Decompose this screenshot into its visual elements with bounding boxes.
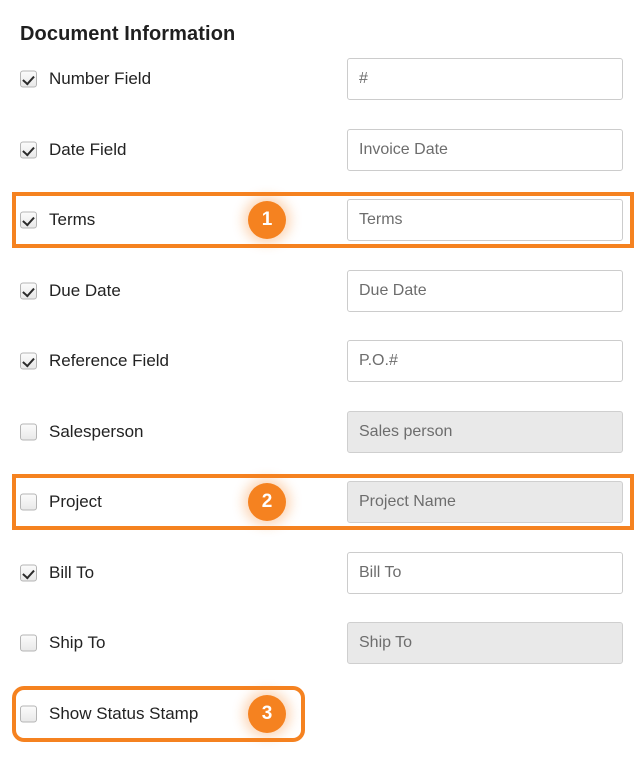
empty-checkbox-icon xyxy=(20,424,37,441)
field-row-label: Terms xyxy=(49,210,95,230)
checkbox-number-field[interactable] xyxy=(20,71,37,88)
field-input-date-field[interactable]: Invoice Date xyxy=(347,129,623,171)
checkmark-icon xyxy=(20,565,37,582)
field-row-label: Number Field xyxy=(49,69,151,89)
empty-checkbox-icon xyxy=(20,635,37,652)
field-row: Bill To Bill To xyxy=(0,545,644,601)
field-row-label: Salesperson xyxy=(49,422,144,442)
checkbox-reference-field[interactable] xyxy=(20,353,37,370)
field-row-label: Date Field xyxy=(49,140,126,160)
field-row-label: Show Status Stamp xyxy=(49,704,198,724)
checkbox-due-date[interactable] xyxy=(20,283,37,300)
empty-checkbox-icon xyxy=(20,494,37,511)
checkbox-show-status-stamp[interactable] xyxy=(20,706,37,723)
checkbox-ship-to[interactable] xyxy=(20,635,37,652)
page-title: Document Information xyxy=(20,23,235,46)
document-information-panel: Document Information Number Field # Date F… xyxy=(0,0,644,772)
field-input-project: Project Name xyxy=(347,481,623,523)
checkmark-icon xyxy=(20,212,37,229)
checkmark-icon xyxy=(20,71,37,88)
field-input-salesperson: Sales person xyxy=(347,411,623,453)
field-row: Ship To Ship To xyxy=(0,615,644,671)
checkmark-icon xyxy=(20,353,37,370)
field-row: Terms Terms xyxy=(0,192,644,248)
field-input-reference-field[interactable]: P.O.# xyxy=(347,340,623,382)
checkbox-terms[interactable] xyxy=(20,212,37,229)
checkbox-salesperson[interactable] xyxy=(20,424,37,441)
checkbox-date-field[interactable] xyxy=(20,142,37,159)
field-input-ship-to: Ship To xyxy=(347,622,623,664)
field-row: Show Status Stamp xyxy=(0,686,644,742)
annotation-badge: 1 xyxy=(248,201,286,239)
field-row: Number Field # xyxy=(0,51,644,107)
empty-checkbox-icon xyxy=(20,706,37,723)
checkbox-project[interactable] xyxy=(20,494,37,511)
checkmark-icon xyxy=(20,142,37,159)
field-row-label: Bill To xyxy=(49,563,94,583)
field-row-label: Project xyxy=(49,492,102,512)
field-row: Salesperson Sales person xyxy=(0,404,644,460)
annotation-badge: 2 xyxy=(248,483,286,521)
field-input-terms[interactable]: Terms xyxy=(347,199,623,241)
field-input-due-date[interactable]: Due Date xyxy=(347,270,623,312)
field-row-label: Reference Field xyxy=(49,351,169,371)
checkmark-icon xyxy=(20,283,37,300)
checkbox-bill-to[interactable] xyxy=(20,565,37,582)
annotation-badge: 3 xyxy=(248,695,286,733)
field-row: Project Project Name xyxy=(0,474,644,530)
field-input-number-field[interactable]: # xyxy=(347,58,623,100)
field-input-bill-to[interactable]: Bill To xyxy=(347,552,623,594)
field-row: Reference Field P.O.# xyxy=(0,333,644,389)
field-row-label: Ship To xyxy=(49,633,105,653)
field-row: Due Date Due Date xyxy=(0,263,644,319)
field-row-label: Due Date xyxy=(49,281,121,301)
field-row: Date Field Invoice Date xyxy=(0,122,644,178)
